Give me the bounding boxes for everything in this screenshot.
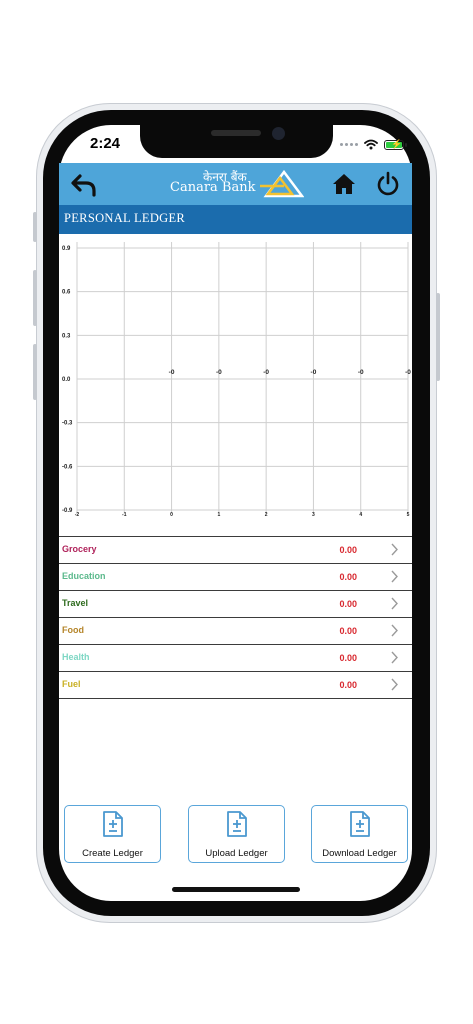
y-tick-label: 0.9 [62,246,71,252]
ledger-amount: 0.00 [339,572,357,582]
data-label: -0 [263,369,269,376]
power-icon[interactable] [376,171,400,197]
x-tick-label: 5 [407,512,410,518]
home-icon[interactable] [332,172,356,196]
back-arrow-icon[interactable] [70,172,100,198]
signal-dots-icon [340,143,358,146]
x-tick-label: -1 [122,512,127,518]
upload-ledger-icon [227,811,247,837]
ledger-chart: 0.9 0.6 0.3 0.0 -0.3 -0.6 -0.9 -2 -1 0 1 2 3 4 5 -0 -0 -0… [59,234,412,537]
chevron-right-icon [391,543,398,556]
speaker [211,130,261,136]
chevron-right-icon [391,597,398,610]
create-ledger-icon [103,811,123,837]
x-tick-label: 1 [217,512,220,518]
chevron-right-icon [391,678,398,691]
ledger-list: Grocery 0.00 Education 0.00 Travel 0.00 Food 0.… [59,536,412,699]
ledger-row[interactable]: Fuel 0.00 [59,672,412,699]
ledger-category-label: Fuel [62,679,81,689]
download-ledger-icon [350,811,370,837]
chevron-right-icon [391,651,398,664]
ledger-category-label: Health [62,652,90,662]
home-indicator[interactable] [172,887,300,892]
logo-english-text: Canara Bank [170,180,256,195]
y-tick-label: 0.6 [62,290,71,296]
ledger-amount: 0.00 [339,680,357,690]
battery-icon: ⚡ [384,139,407,150]
x-tick-label: 4 [359,512,362,518]
ledger-category-label: Grocery [62,544,97,554]
ledger-row[interactable]: Health 0.00 [59,645,412,672]
y-tick-label: -0.3 [62,421,73,427]
ledger-category-label: Travel [62,598,89,608]
chevron-right-icon [391,624,398,637]
canara-triangle-icon [260,170,304,198]
y-tick-label: 0.0 [62,377,71,383]
x-tick-label: 2 [265,512,268,518]
data-label: -0 [311,369,317,376]
status-icons: ⚡ [340,139,407,150]
chevron-right-icon [391,570,398,583]
volume-down-button [33,344,37,400]
data-label: -0 [405,369,411,376]
x-tick-label: 3 [312,512,315,518]
volume-up-button [33,270,37,326]
ledger-row[interactable]: Travel 0.00 [59,591,412,618]
upload-ledger-label: Upload Ledger [205,848,268,859]
download-ledger-label: Download Ledger [322,848,397,859]
create-ledger-button[interactable]: Create Ledger [64,805,161,863]
y-tick-label: 0.3 [62,333,71,339]
create-ledger-label: Create Ledger [82,848,143,859]
download-ledger-button[interactable]: Download Ledger [311,805,408,863]
ledger-category-label: Food [62,625,84,635]
ledger-amount: 0.00 [339,599,357,609]
silent-switch [33,212,37,242]
x-tick-label: 0 [170,512,173,518]
data-label: -0 [169,369,175,376]
ledger-amount: 0.00 [339,545,357,555]
front-camera [272,127,285,140]
ledger-amount: 0.00 [339,653,357,663]
x-tick-label: -2 [75,512,80,518]
ledger-row[interactable]: Education 0.00 [59,564,412,591]
y-tick-label: -0.6 [62,464,73,470]
status-time: 2:24 [89,135,121,152]
ledger-category-label: Education [62,571,106,581]
chart-svg: 0.9 0.6 0.3 0.0 -0.3 -0.6 -0.9-2 -1 0 1 2 3 4 5 -0 -0 -0… [62,242,411,537]
ledger-amount: 0.00 [339,626,357,636]
upload-ledger-button[interactable]: Upload Ledger [188,805,285,863]
page-title: PERSONAL LEDGER [64,211,186,225]
ledger-row[interactable]: Food 0.00 [59,618,412,645]
data-label: -0 [358,369,364,376]
data-label: -0 [216,369,222,376]
wifi-icon [364,139,378,150]
ledger-row[interactable]: Grocery 0.00 [59,536,412,564]
canara-bank-logo: केनरा बैंक Canara Bank [170,168,305,202]
y-tick-label: -0.9 [62,508,73,514]
power-side-button [436,293,440,381]
